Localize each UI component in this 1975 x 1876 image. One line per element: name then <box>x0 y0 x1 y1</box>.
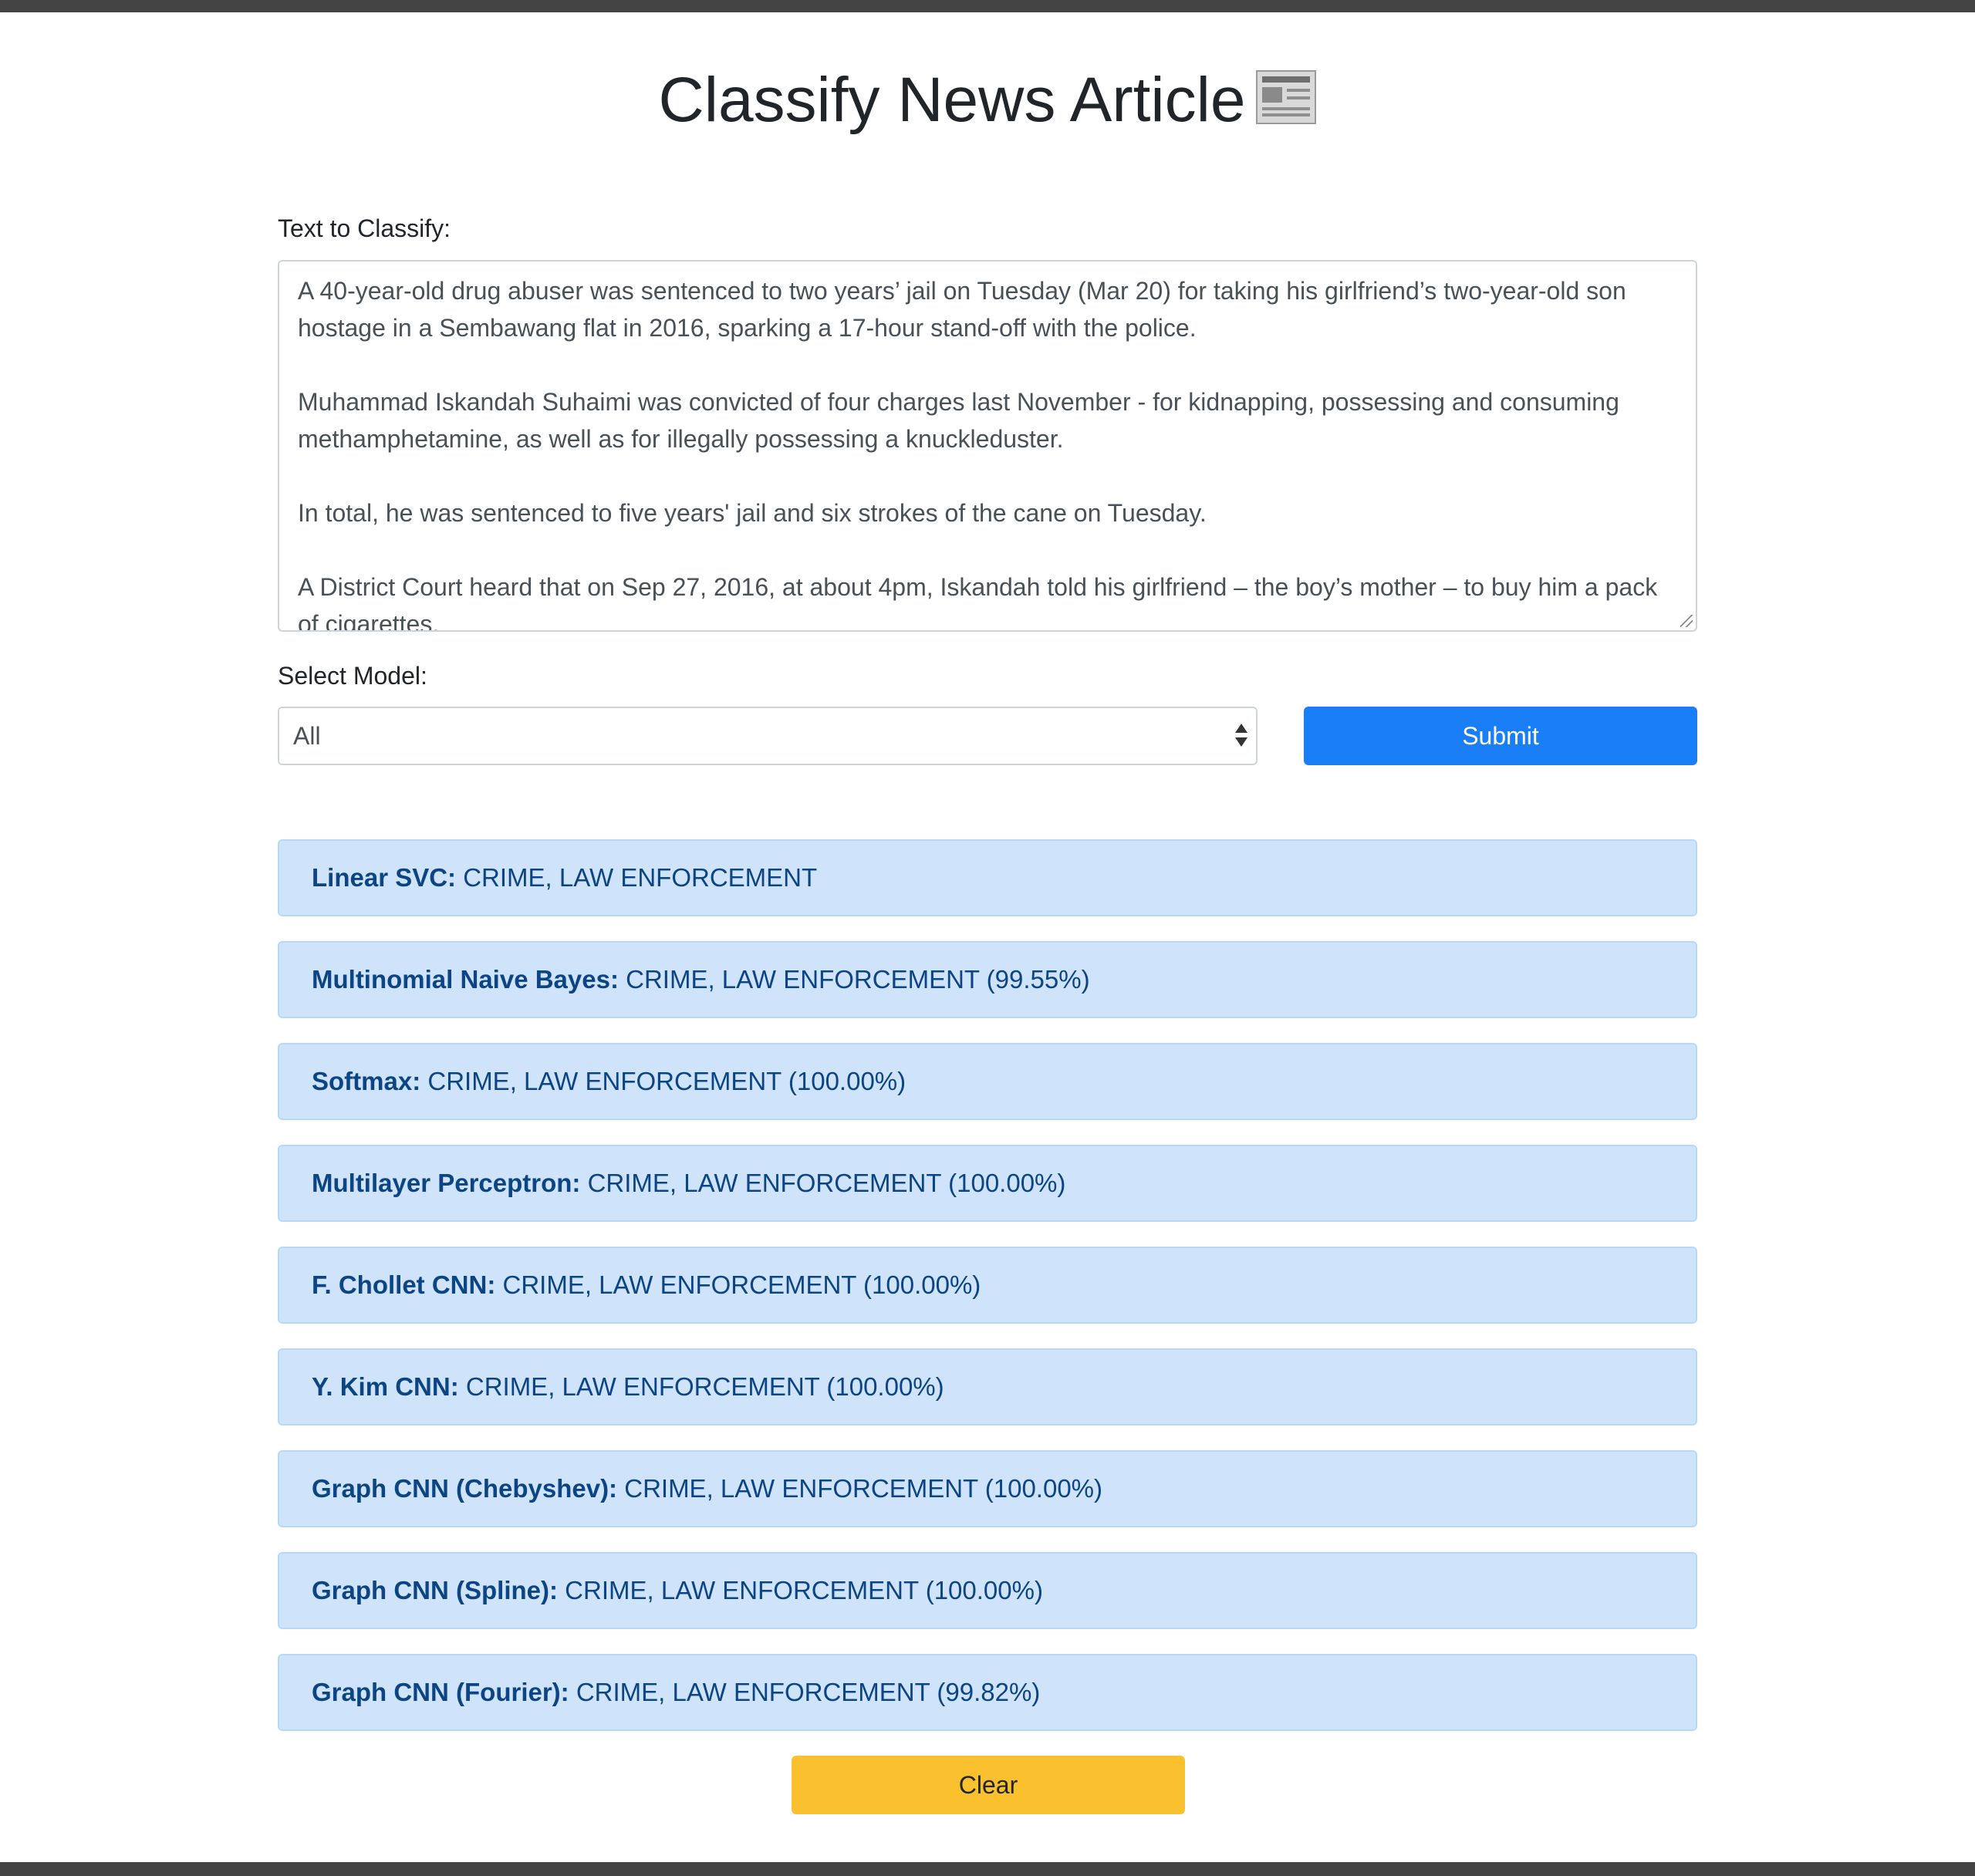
model-select[interactable]: All <box>278 707 1258 765</box>
result-model-name: Softmax: <box>312 1067 421 1095</box>
article-paragraph: A District Court heard that on Sep 27, 2… <box>298 573 1658 632</box>
bottom-bar <box>0 1862 1975 1876</box>
newspaper-icon <box>1256 70 1317 124</box>
result-model-name: Linear SVC: <box>312 863 457 892</box>
submit-button[interactable]: Submit <box>1304 707 1697 765</box>
result-model-name: Multilayer Perceptron: <box>312 1169 581 1197</box>
select-arrows-icon <box>1234 724 1248 748</box>
select-model-label: Select Model: <box>278 662 427 690</box>
result-model-name: Multinomial Naive Bayes: <box>312 965 619 994</box>
result-model-name: Y. Kim CNN: <box>312 1372 459 1401</box>
result-softmax: Softmax: CRIME, LAW ENFORCEMENT (100.00%… <box>278 1043 1697 1120</box>
result-prediction: CRIME, LAW ENFORCEMENT (99.82%) <box>576 1678 1041 1706</box>
result-multilayer-perceptron: Multilayer Perceptron: CRIME, LAW ENFORC… <box>278 1145 1697 1222</box>
result-prediction: CRIME, LAW ENFORCEMENT <box>463 863 818 892</box>
result-prediction: CRIME, LAW ENFORCEMENT (100.00%) <box>624 1474 1103 1503</box>
result-multinomial-naive-bayes: Multinomial Naive Bayes: CRIME, LAW ENFO… <box>278 941 1697 1018</box>
result-prediction: CRIME, LAW ENFORCEMENT (100.00%) <box>502 1270 981 1299</box>
result-chollet-cnn: F. Chollet CNN: CRIME, LAW ENFORCEMENT (… <box>278 1247 1697 1324</box>
result-linear-svc: Linear SVC: CRIME, LAW ENFORCEMENT <box>278 839 1697 916</box>
result-prediction: CRIME, LAW ENFORCEMENT (99.55%) <box>626 965 1090 994</box>
top-bar <box>0 0 1975 12</box>
page-title-text: Classify News Article <box>658 65 1246 135</box>
article-paragraph: Muhammad Iskandah Suhaimi was convicted … <box>298 388 1619 453</box>
model-select-value: All <box>293 722 321 750</box>
result-prediction: CRIME, LAW ENFORCEMENT (100.00%) <box>427 1067 906 1095</box>
result-kim-cnn: Y. Kim CNN: CRIME, LAW ENFORCEMENT (100.… <box>278 1348 1697 1426</box>
result-prediction: CRIME, LAW ENFORCEMENT (100.00%) <box>565 1576 1043 1604</box>
result-model-name: F. Chollet CNN: <box>312 1270 496 1299</box>
result-graph-cnn-spline: Graph CNN (Spline): CRIME, LAW ENFORCEME… <box>278 1552 1697 1629</box>
result-graph-cnn-chebyshev: Graph CNN (Chebyshev): CRIME, LAW ENFORC… <box>278 1450 1697 1527</box>
result-model-name: Graph CNN (Fourier): <box>312 1678 569 1706</box>
result-prediction: CRIME, LAW ENFORCEMENT (100.00%) <box>587 1169 1066 1197</box>
article-textarea[interactable]: A 40-year-old drug abuser was sentenced … <box>278 260 1697 632</box>
page-title: Classify News Article <box>0 62 1975 139</box>
article-paragraph: A 40-year-old drug abuser was sentenced … <box>298 277 1626 342</box>
result-graph-cnn-fourier: Graph CNN (Fourier): CRIME, LAW ENFORCEM… <box>278 1654 1697 1731</box>
clear-button[interactable]: Clear <box>792 1756 1185 1814</box>
article-paragraph: In total, he was sentenced to five years… <box>298 499 1207 527</box>
resize-handle-icon[interactable] <box>1680 615 1693 627</box>
text-to-classify-label: Text to Classify: <box>278 214 451 242</box>
result-model-name: Graph CNN (Chebyshev): <box>312 1474 618 1503</box>
result-model-name: Graph CNN (Spline): <box>312 1576 558 1604</box>
result-prediction: CRIME, LAW ENFORCEMENT (100.00%) <box>465 1372 944 1401</box>
